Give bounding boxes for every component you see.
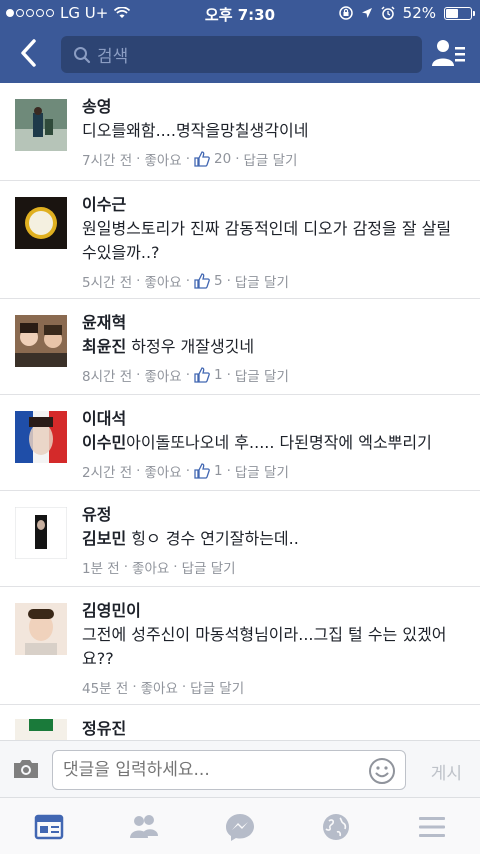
like-button[interactable]: 좋아요 [132, 557, 169, 577]
comment-composer: 게시 [0, 740, 480, 797]
comment-meta: 7시간 전 · 좋아요 · 20 · 답글 달기 [82, 149, 298, 169]
comment-item: 정유진 [0, 705, 480, 740]
avatar[interactable] [15, 197, 67, 249]
friend-requests-icon[interactable] [432, 38, 466, 68]
search-input[interactable]: 검색 [61, 36, 422, 73]
comment-body: 디오를왜함....명작을망칠생각이네 [82, 121, 309, 140]
search-icon [74, 46, 91, 63]
tab-bar [0, 797, 480, 854]
comment-time: 7시간 전 [82, 153, 133, 169]
like-count-value: 5 [214, 273, 223, 289]
rotation-lock-icon [338, 6, 353, 20]
thumbs-up-icon [194, 151, 210, 167]
thumbs-up-icon [194, 273, 210, 289]
comment-body: 하정우 개잘생깃네 [126, 337, 255, 356]
battery-percent: 52% [402, 4, 436, 22]
reply-button[interactable]: 답글 달기 [235, 365, 289, 385]
mention-link[interactable]: 최윤진 [82, 337, 126, 356]
comment-body: 힝ㅇ 경수 연기잘하는데.. [126, 529, 299, 548]
comment-author[interactable]: 김영민이 [82, 601, 464, 621]
back-chevron-icon[interactable] [14, 36, 44, 70]
like-count[interactable]: 1 [194, 463, 223, 479]
comment-body: 그전에 성주신이 마동석형님이라...그집 털 수는 있겠어요?? [82, 625, 447, 668]
messenger-tab-icon[interactable] [224, 812, 256, 842]
like-count-value: 1 [214, 463, 223, 479]
status-right: 52% [338, 4, 475, 22]
comment-time: 8시간 전 [82, 369, 133, 385]
comment-text: 김보민 힝ㅇ 경수 연기잘하는데.. [82, 527, 464, 551]
comment-list: 송영 디오를왜함....명작을망칠생각이네 7시간 전 · 좋아요 · 20 ·… [0, 83, 480, 740]
like-count[interactable]: 5 [194, 273, 223, 289]
comment-item: 김영민이 그전에 성주신이 마동석형님이라...그집 털 수는 있겠어요?? 4… [0, 587, 480, 705]
comment-text: 그전에 성주신이 마동석형님이라...그집 털 수는 있겠어요?? [82, 623, 464, 671]
comment-meta: 5시간 전 · 좋아요 · 5 · 답글 달기 [82, 271, 289, 291]
comment-time: 1분 전 [82, 561, 120, 577]
like-count[interactable]: 1 [194, 367, 223, 383]
comment-text: 이수민아이돌또나오네 후..... 다된명작에 엑소뿌리기 [82, 431, 464, 455]
comment-input[interactable] [52, 750, 406, 790]
comment-body: 아이돌또나오네 후..... 다된명작에 엑소뿌리기 [126, 433, 432, 452]
comment-body: 원일병스토리가 진짜 감동적인데 디오가 감정을 잘 살릴수있을까..? [82, 219, 452, 262]
friends-tab-icon[interactable] [128, 812, 160, 842]
comment-meta: 45분 전 · 좋아요 · 답글 달기 [82, 677, 245, 697]
comment-author[interactable]: 유정 [82, 505, 464, 525]
avatar[interactable] [15, 603, 67, 655]
thumbs-up-icon [194, 367, 210, 383]
reply-button[interactable]: 답글 달기 [243, 149, 297, 169]
comment-item: 윤재혁 최윤진 하정우 개잘생깃네 8시간 전 · 좋아요 · 1 · 답글 달… [0, 299, 480, 395]
like-button[interactable]: 좋아요 [144, 271, 181, 291]
camera-icon[interactable] [12, 757, 40, 781]
mention-link[interactable]: 이수민 [82, 433, 126, 452]
thumbs-up-icon [194, 463, 210, 479]
comment-meta: 1분 전 · 좋아요 · 답글 달기 [82, 557, 236, 577]
comment-time: 5시간 전 [82, 275, 133, 291]
comment-time: 2시간 전 [82, 465, 133, 481]
comment-item: 이수근 원일병스토리가 진짜 감동적인데 디오가 감정을 잘 살릴수있을까..?… [0, 181, 480, 299]
reply-button[interactable]: 답글 달기 [190, 677, 244, 697]
comment-author[interactable]: 송영 [82, 97, 464, 117]
like-button[interactable]: 좋아요 [144, 461, 181, 481]
comment-item: 유정 김보민 힝ㅇ 경수 연기잘하는데.. 1분 전 · 좋아요 · 답글 달기 [0, 491, 480, 587]
alarm-icon [381, 6, 395, 20]
menu-tab-icon[interactable] [416, 812, 448, 842]
avatar[interactable] [15, 719, 67, 740]
avatar[interactable] [15, 315, 67, 367]
location-icon [361, 8, 372, 18]
comment-text: 원일병스토리가 진짜 감동적인데 디오가 감정을 잘 살릴수있을까..? [82, 217, 464, 265]
avatar[interactable] [15, 411, 67, 463]
like-button[interactable]: 좋아요 [144, 149, 181, 169]
post-button[interactable]: 게시 [431, 759, 462, 784]
comment-meta: 8시간 전 · 좋아요 · 1 · 답글 달기 [82, 365, 289, 385]
comment-text: 디오를왜함....명작을망칠생각이네 [82, 119, 464, 143]
comment-author[interactable]: 이수근 [82, 195, 464, 215]
nav-bar: 검색 [0, 28, 480, 83]
like-button[interactable]: 좋아요 [144, 365, 181, 385]
search-placeholder: 검색 [97, 47, 129, 67]
battery-icon [444, 6, 475, 20]
comment-text: 최윤진 하정우 개잘생깃네 [82, 335, 464, 359]
status-bar: LG U+ 오후 7:30 52% [0, 0, 480, 28]
comment-time: 45분 전 [82, 681, 129, 697]
avatar[interactable] [15, 99, 67, 151]
comment-author[interactable]: 정유진 [82, 719, 464, 739]
like-count-value: 20 [214, 151, 232, 167]
like-button[interactable]: 좋아요 [141, 677, 178, 697]
reply-button[interactable]: 답글 달기 [235, 271, 289, 291]
comment-author[interactable]: 윤재혁 [82, 313, 464, 333]
mention-link[interactable]: 김보민 [82, 529, 126, 548]
like-count-value: 1 [214, 367, 223, 383]
like-count[interactable]: 20 [194, 151, 231, 167]
news-feed-tab-icon[interactable] [33, 812, 65, 842]
reply-button[interactable]: 답글 달기 [235, 461, 289, 481]
avatar[interactable] [15, 507, 67, 559]
reply-button[interactable]: 답글 달기 [182, 557, 236, 577]
comment-item: 송영 디오를왜함....명작을망칠생각이네 7시간 전 · 좋아요 · 20 ·… [0, 83, 480, 181]
globe-notifications-tab-icon[interactable] [320, 812, 352, 842]
comment-meta: 2시간 전 · 좋아요 · 1 · 답글 달기 [82, 461, 289, 481]
comment-author[interactable]: 이대석 [82, 409, 464, 429]
top-bar: LG U+ 오후 7:30 52% 검색 [0, 0, 480, 83]
sticker-smiley-icon[interactable] [368, 757, 396, 785]
comment-item: 이대석 이수민아이돌또나오네 후..... 다된명작에 엑소뿌리기 2시간 전 … [0, 395, 480, 491]
